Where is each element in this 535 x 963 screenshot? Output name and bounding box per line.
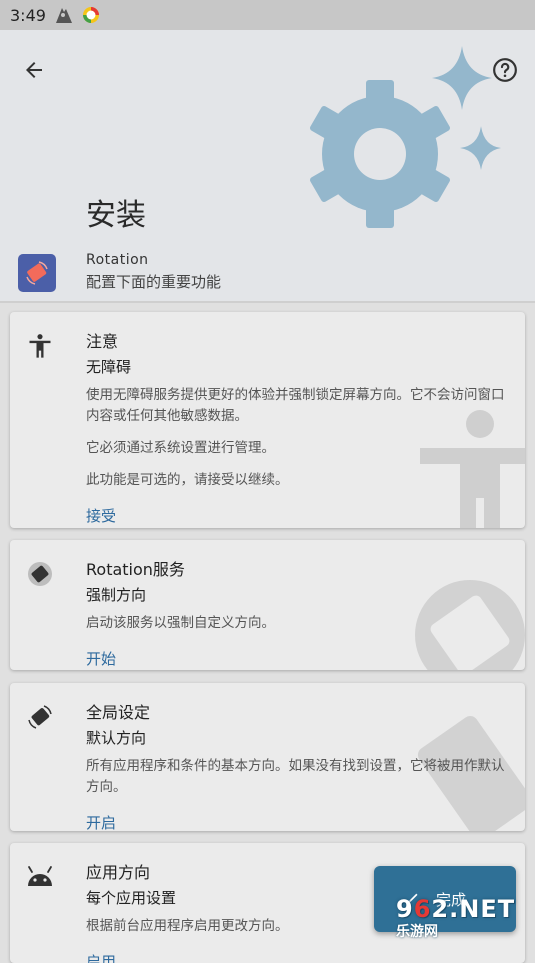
card-description: 使用无障碍服务提供更好的体验并强制锁定屏幕方向。它不会访问窗口内容或任何其他敏感…	[86, 387, 505, 424]
card-title: Rotation服务	[86, 560, 185, 579]
card-accessibility: 注意 无障碍 使用无障碍服务提供更好的体验并强制锁定屏幕方向。它不会访问窗口内容…	[10, 312, 525, 528]
notification-app-icon	[54, 6, 74, 24]
status-bar: 3:49	[0, 0, 535, 30]
watermark-subtitle: 乐游网	[396, 924, 438, 940]
notification-color-icon	[82, 6, 100, 24]
watermark-part: .NET	[449, 895, 516, 923]
enable-global-button[interactable]: 开启	[86, 812, 511, 831]
card-rotation-service: Rotation服务 强制方向 启动该服务以强制自定义方向。 开始	[10, 540, 525, 670]
app-subtitle: 配置下面的重要功能	[86, 273, 222, 291]
app-info: Rotation 配置下面的重要功能	[18, 252, 221, 292]
card-title: 全局设定	[86, 703, 151, 722]
rotation-service-icon	[24, 558, 56, 590]
card-subtitle: 无障碍	[86, 358, 132, 376]
hero-gear-illustration	[300, 42, 510, 236]
global-orientation-icon	[24, 701, 56, 733]
watermark-part: 6	[413, 895, 432, 923]
back-arrow-icon	[26, 62, 42, 78]
back-button[interactable]	[16, 52, 52, 88]
status-time: 3:49	[10, 5, 46, 25]
header-divider	[0, 301, 535, 303]
app-name: Rotation	[86, 252, 149, 268]
card-description: 启动该服务以强制自定义方向。	[86, 615, 275, 631]
watermark-part: 9	[396, 895, 414, 923]
site-watermark: 962.NET 乐游网	[396, 893, 528, 943]
card-description: 此功能是可选的，请接受以继续。	[86, 472, 289, 488]
android-icon	[24, 861, 56, 893]
card-title: 注意	[86, 332, 119, 351]
header: 安装 Rotation 配置下面的重要功能	[0, 30, 535, 302]
start-button[interactable]: 开始	[86, 648, 511, 669]
card-description: 所有应用程序和条件的基本方向。如果没有找到设置，它将被用作默认方向。	[86, 758, 505, 795]
card-global-setting: 全局设定 默认方向 所有应用程序和条件的基本方向。如果没有找到设置，它将被用作默…	[10, 683, 525, 831]
watermark-part: 2	[431, 895, 450, 923]
page-title: 安装	[86, 198, 146, 233]
accessibility-icon	[24, 330, 56, 362]
card-subtitle: 默认方向	[86, 729, 147, 747]
enable-app-button[interactable]: 启用	[86, 951, 511, 963]
card-description: 它必须通过系统设置进行管理。	[86, 440, 275, 456]
accept-button[interactable]: 接受	[86, 505, 511, 526]
rotation-app-icon	[18, 254, 56, 292]
card-subtitle: 强制方向	[86, 586, 147, 604]
